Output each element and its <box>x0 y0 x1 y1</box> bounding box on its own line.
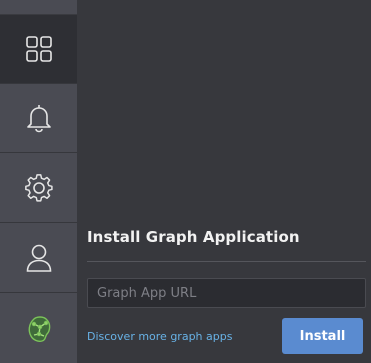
sidebar-item-profile[interactable] <box>0 224 77 293</box>
user-icon <box>25 243 53 273</box>
sidebar-item-settings[interactable] <box>0 154 77 223</box>
graph-app-logo-icon <box>25 314 53 344</box>
title-divider <box>87 261 366 262</box>
grid-icon <box>25 35 53 63</box>
install-graph-app-panel: Install Graph Application Discover more … <box>77 0 371 363</box>
sidebar-item-graph-app[interactable] <box>0 294 77 363</box>
sidebar-item-graph-apps[interactable] <box>0 15 77 84</box>
bell-icon <box>25 103 53 133</box>
panel-title: Install Graph Application <box>87 228 300 246</box>
sidebar-top-strip <box>0 0 77 15</box>
graph-app-url-input[interactable] <box>87 278 366 308</box>
sidebar-item-notifications[interactable] <box>0 84 77 153</box>
sidebar <box>0 0 77 363</box>
install-button[interactable]: Install <box>282 318 363 354</box>
gear-icon <box>24 173 54 203</box>
discover-graph-apps-link[interactable]: Discover more graph apps <box>87 330 232 343</box>
app-root: Install Graph Application Discover more … <box>0 0 371 363</box>
